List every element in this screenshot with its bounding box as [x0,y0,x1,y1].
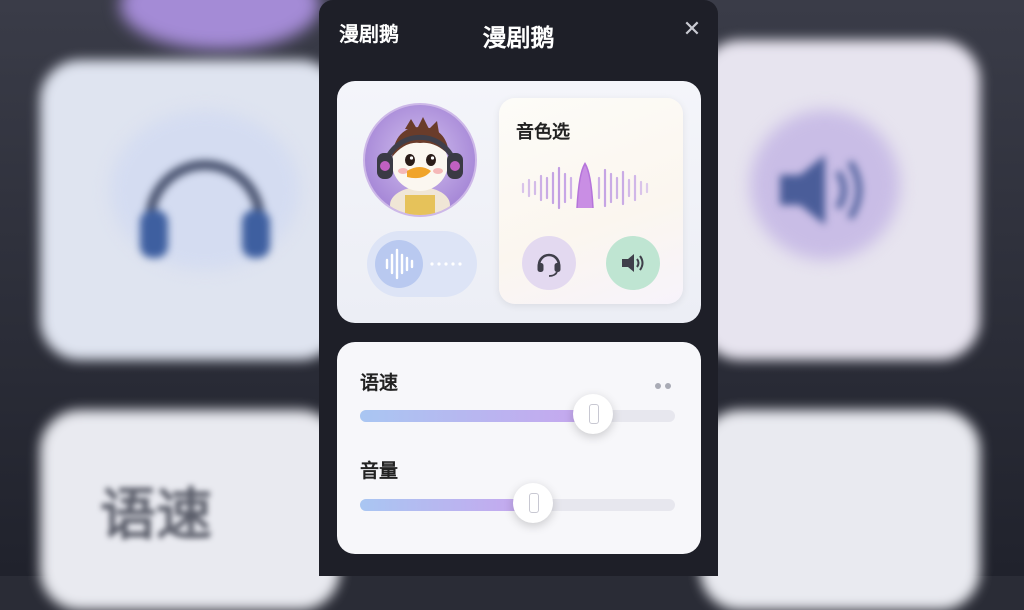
speaker-icon [622,254,644,272]
volume-label: 音量 [360,460,399,482]
speaker-button[interactable] [606,236,660,290]
voice-select-title: 音色选 [516,122,570,143]
bg-card [700,410,980,610]
speed-label: 语速 [360,372,399,394]
speed-slider-thumb[interactable] [573,394,614,434]
headphones-icon [537,253,561,277]
speed-slider[interactable] [360,394,675,434]
bg-blob [120,0,320,50]
waveform-icon [521,162,649,210]
more-icon[interactable] [655,374,677,389]
voice-card: 音色选 [337,81,701,323]
goose-avatar-icon [377,117,463,215]
bg-headphones-icon [140,160,270,258]
waveform-icon [375,240,423,288]
slider-card: 语速 音量 [337,342,701,554]
panel-title: 漫剧鹅 [482,24,555,52]
bg-speaker-icon [780,155,862,225]
voice-select-card: 音色选 [499,98,683,304]
avatar[interactable] [363,103,477,217]
voice-settings-panel: 漫剧鹅 漫剧鹅 ✕ 音色选 语速 音量 [319,0,718,576]
close-icon[interactable]: ✕ [680,18,704,42]
volume-slider[interactable] [360,483,675,523]
volume-slider-thumb[interactable] [513,483,554,523]
voice-preview-pill[interactable] [367,231,477,297]
dots-icon [430,262,462,266]
volume-slider-fill [360,499,534,511]
bg-text: 语速 [100,483,212,548]
headphones-button[interactable] [522,236,576,290]
speed-slider-fill [360,410,594,422]
